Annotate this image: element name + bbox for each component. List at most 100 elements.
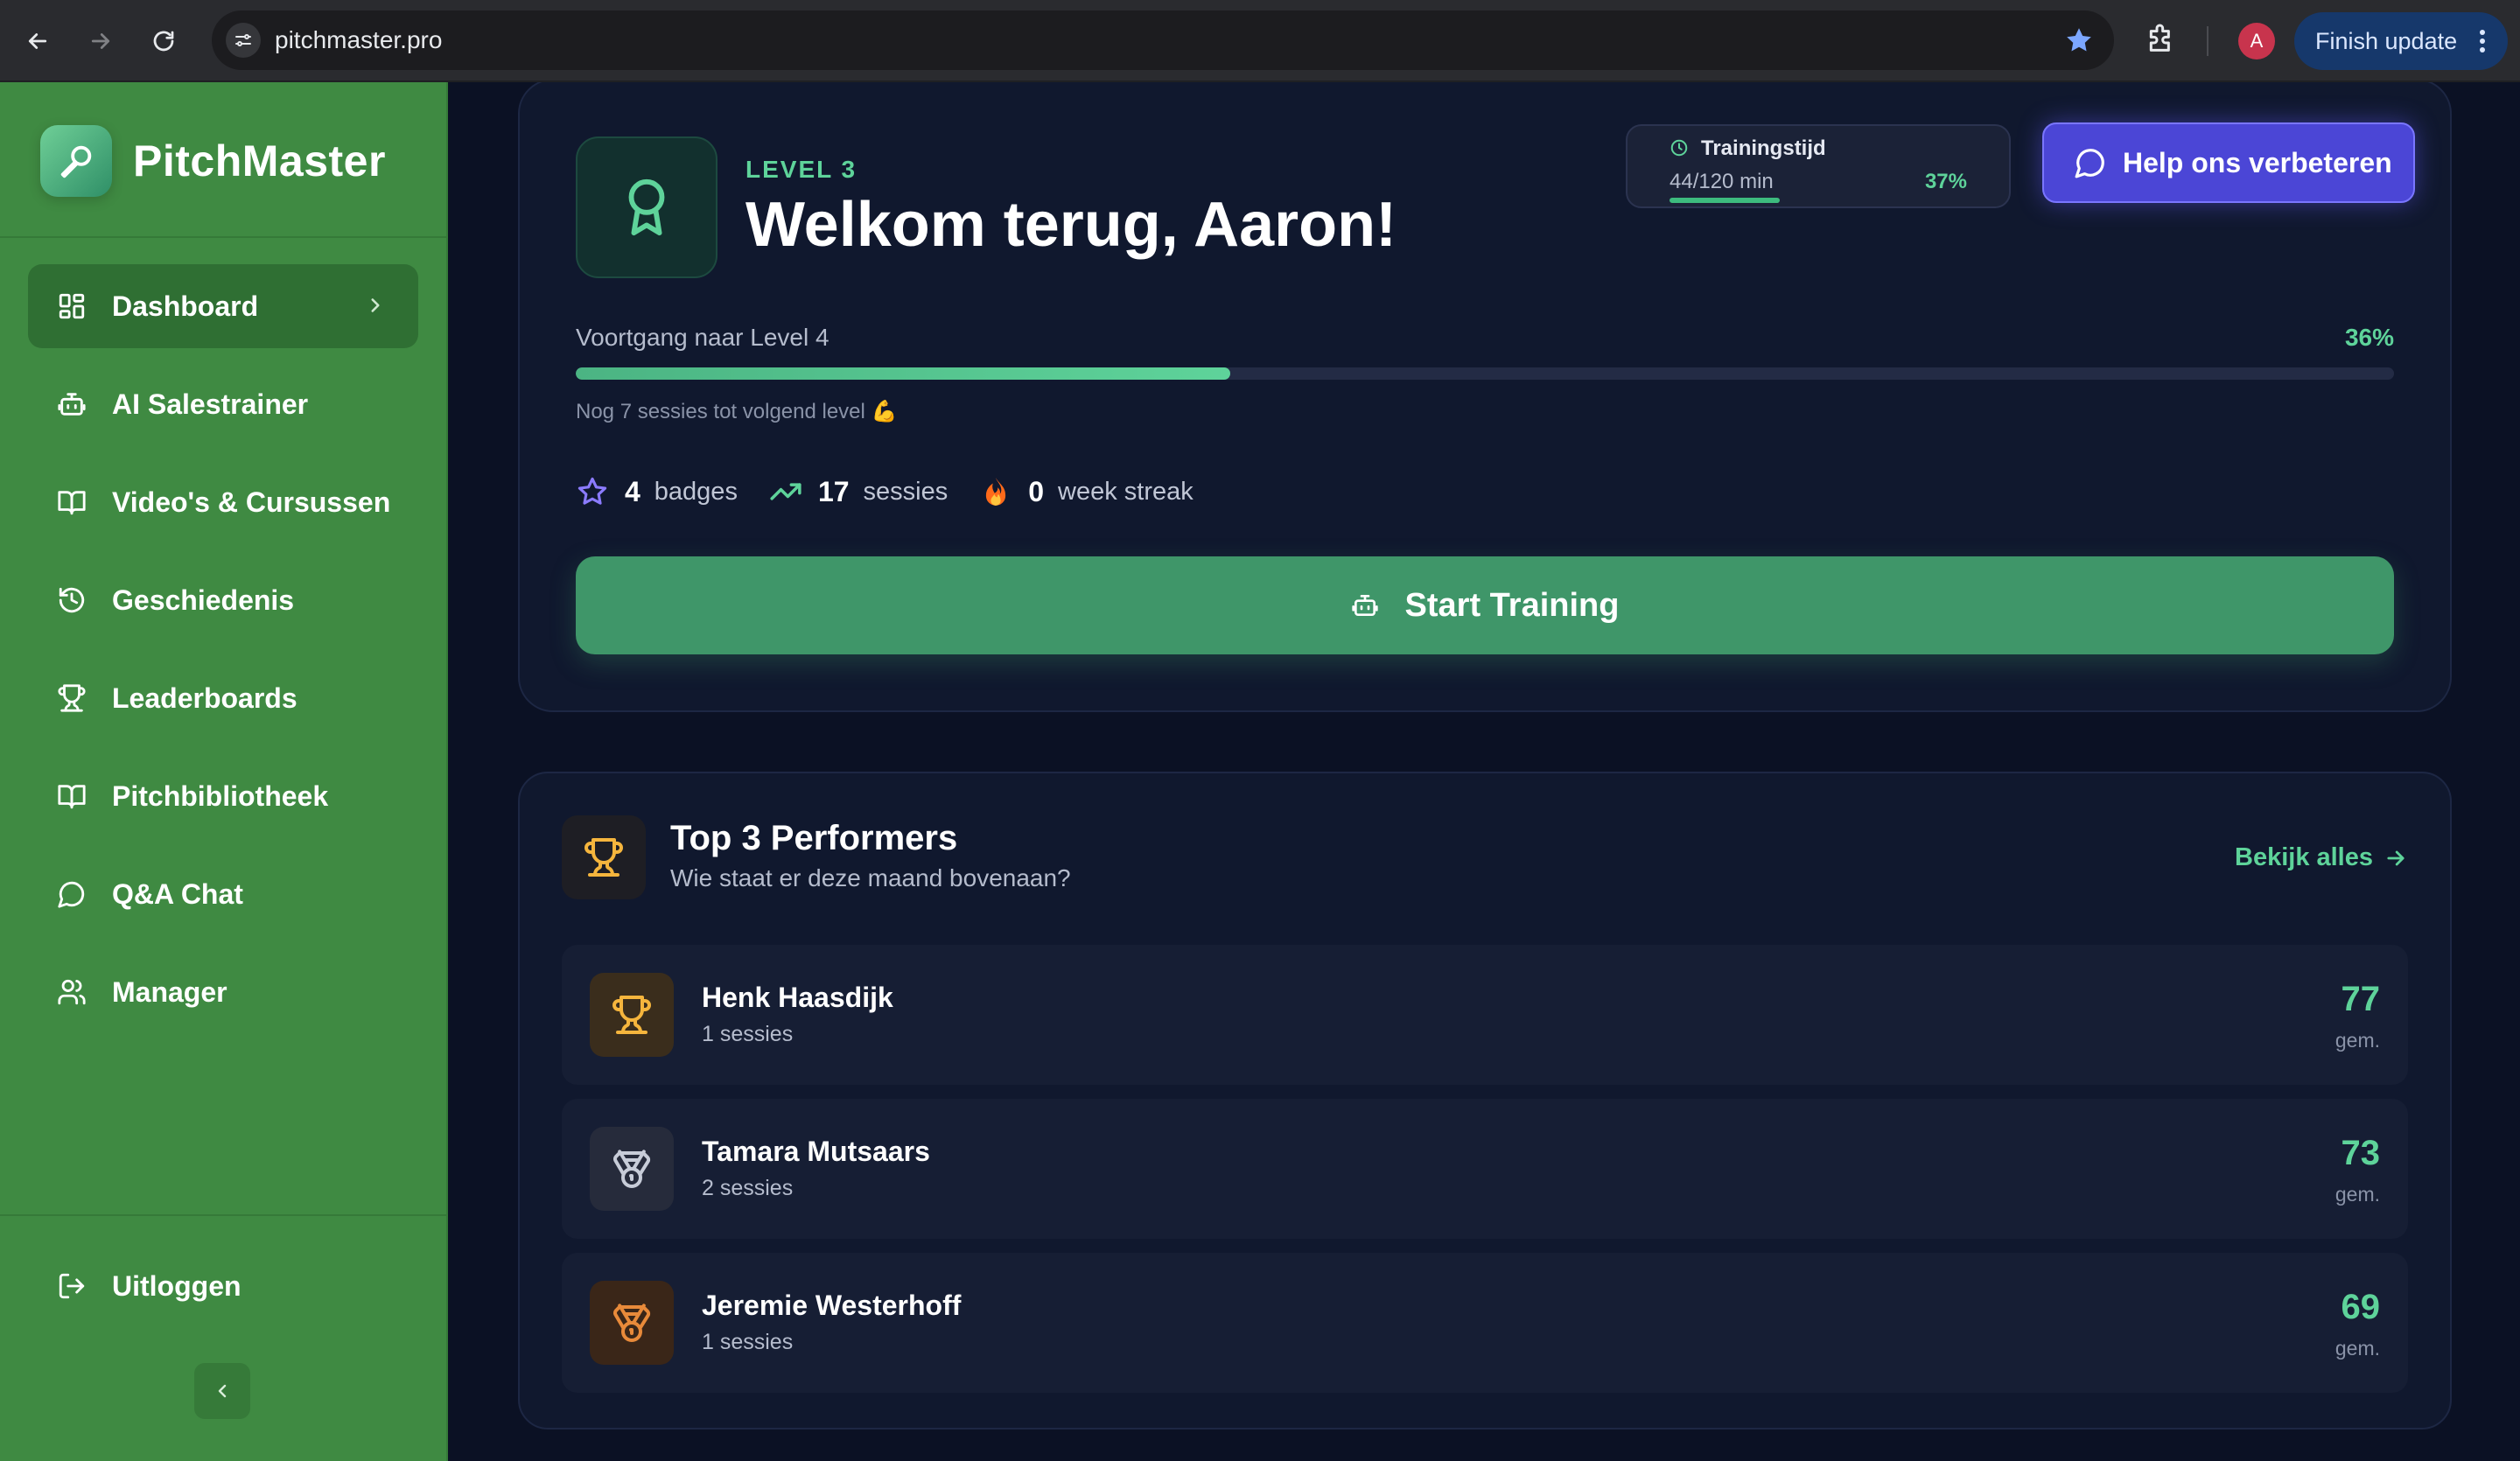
page-title: Welkom terug, Aaron! bbox=[746, 190, 1397, 260]
help-improve-button[interactable]: Help ons verbeteren bbox=[2042, 122, 2415, 203]
stat-week-streak: 0 week streak bbox=[979, 475, 1194, 508]
stat-label: badges bbox=[654, 477, 738, 506]
sidebar-item-ai-salestrainer[interactable]: AI Salestrainer bbox=[28, 362, 418, 446]
training-time-widget: Trainingstijd 44/120 min 37% bbox=[1626, 124, 2011, 208]
arrow-left-icon bbox=[28, 33, 47, 49]
stat-value: 4 bbox=[625, 475, 640, 507]
finish-update-label: Finish update bbox=[2315, 27, 2458, 54]
trophy-icon bbox=[56, 682, 88, 714]
main-content: LEVEL 3 Welkom terug, Aaron! Trainingsti… bbox=[448, 82, 2520, 1461]
history-icon bbox=[56, 584, 88, 616]
book-open-icon bbox=[56, 486, 88, 518]
trending-up-icon bbox=[770, 483, 802, 500]
performer-score-unit: gem. bbox=[2334, 1183, 2380, 1206]
performers-title: Top 3 Performers bbox=[670, 819, 958, 857]
level-progress-fill bbox=[576, 367, 1231, 380]
stat-badges: 4 badges bbox=[576, 475, 738, 508]
star-icon bbox=[578, 477, 607, 505]
rank-icon bbox=[590, 973, 674, 1057]
performer-score: 77 bbox=[2341, 980, 2381, 1018]
sidebar-item-pitchbibliotheek[interactable]: Pitchbibliotheek bbox=[28, 754, 418, 838]
chat-bubble-icon bbox=[2075, 149, 2104, 178]
stat-sessions: 17 sessies bbox=[769, 475, 948, 508]
toolbar-divider bbox=[2207, 26, 2208, 56]
sidebar-item-qa-chat[interactable]: Q&A Chat bbox=[28, 852, 418, 936]
performer-score-unit: gem. bbox=[2334, 1337, 2380, 1360]
profile-avatar[interactable]: A bbox=[2238, 23, 2275, 59]
sidebar-item-dashboard[interactable]: Dashboard bbox=[28, 264, 418, 348]
bot-icon bbox=[1351, 595, 1378, 616]
chevron-left-icon bbox=[218, 1384, 227, 1398]
bot-icon bbox=[56, 388, 88, 420]
forward-button[interactable] bbox=[84, 24, 117, 58]
arrow-right-icon bbox=[2387, 850, 2404, 865]
performer-row[interactable]: Henk Haasdijk 1 sessies 77 gem. bbox=[562, 945, 2408, 1085]
back-button[interactable] bbox=[21, 24, 54, 58]
training-time-bar bbox=[1670, 198, 1780, 203]
performer-row[interactable]: Tamara Mutsaars 2 sessies 73 gem. bbox=[562, 1099, 2408, 1239]
url-text: pitchmaster.pro bbox=[275, 26, 443, 53]
level-progress-percent: 36% bbox=[2344, 324, 2394, 351]
brand[interactable]: PitchMaster bbox=[40, 124, 386, 198]
view-all-link[interactable]: Bekijk alles bbox=[2235, 843, 2408, 872]
chevron-right-icon bbox=[371, 298, 380, 312]
logout-button[interactable]: Uitloggen bbox=[28, 1244, 418, 1328]
sidebar-item-manager[interactable]: Manager bbox=[28, 950, 418, 1034]
level-label: LEVEL 3 bbox=[746, 156, 858, 183]
performer-sessions: 1 sessies bbox=[702, 1330, 794, 1354]
logout-icon bbox=[56, 1270, 88, 1302]
sidebar-item-label: AI Salestrainer bbox=[112, 388, 309, 420]
performer-row[interactable]: Jeremie Westerhoff 1 sessies 69 gem. bbox=[562, 1253, 2408, 1393]
sidebar-item-videos-cursussen[interactable]: Video's & Cursussen bbox=[28, 460, 418, 544]
sidebar-item-label: Dashboard bbox=[112, 290, 259, 322]
address-bar[interactable]: pitchmaster.pro bbox=[212, 10, 2114, 70]
site-info-icon[interactable] bbox=[226, 23, 261, 58]
reload-icon bbox=[153, 31, 174, 52]
sidebar-item-label: Video's & Cursussen bbox=[112, 486, 391, 518]
sidebar: PitchMaster Dashboard AI Salestrainer Vi… bbox=[0, 82, 448, 1461]
performers-header-icon bbox=[562, 815, 646, 899]
sidebar-item-label: Manager bbox=[112, 975, 228, 1008]
logout-label: Uitloggen bbox=[112, 1269, 242, 1302]
stat-value: 17 bbox=[817, 475, 850, 507]
sidebar-divider bbox=[0, 1214, 446, 1216]
reload-button[interactable] bbox=[147, 24, 180, 58]
stat-value: 0 bbox=[1028, 475, 1045, 507]
chat-bubble-icon bbox=[56, 878, 88, 910]
award-icon bbox=[628, 178, 665, 236]
extensions-icon[interactable] bbox=[2144, 21, 2179, 56]
more-vertical-icon bbox=[2480, 30, 2485, 52]
sidebar-item-label: Leaderboards bbox=[112, 682, 298, 714]
training-time-value: 44/120 min bbox=[1670, 170, 1774, 193]
level-progress-bar bbox=[576, 367, 2394, 380]
performer-score: 69 bbox=[2341, 1288, 2381, 1326]
medal-icon bbox=[612, 1304, 651, 1342]
clock-icon bbox=[1670, 139, 1688, 157]
start-training-button[interactable]: Start Training bbox=[576, 556, 2394, 654]
performer-score: 73 bbox=[2341, 1134, 2381, 1172]
dashboard-icon bbox=[56, 290, 88, 322]
sidebar-item-label: Pitchbibliotheek bbox=[112, 779, 329, 812]
start-training-label: Start Training bbox=[1404, 586, 1620, 624]
training-time-percent: 37% bbox=[1924, 170, 1967, 193]
rank-icon bbox=[590, 1281, 674, 1365]
level-progress-subtext: Nog 7 sessies tot volgend level 💪 bbox=[576, 400, 898, 423]
finish-update-button[interactable]: Finish update bbox=[2294, 12, 2508, 70]
level-badge bbox=[576, 136, 718, 278]
performer-name: Tamara Mutsaars bbox=[702, 1136, 930, 1167]
collapse-sidebar-button[interactable] bbox=[194, 1363, 250, 1419]
trophy-icon bbox=[584, 838, 623, 877]
stat-label: sessies bbox=[863, 477, 948, 506]
bookmark-star-icon[interactable] bbox=[2063, 24, 2095, 56]
arrow-right-icon bbox=[91, 33, 110, 49]
stat-label: week streak bbox=[1058, 477, 1194, 506]
stats-row: 4 badges 17 sessies 0 week streak bbox=[576, 471, 1225, 513]
users-icon bbox=[56, 976, 88, 1008]
performer-name: Henk Haasdijk bbox=[702, 982, 893, 1013]
performer-sessions: 2 sessies bbox=[702, 1176, 794, 1200]
browser-toolbar: pitchmaster.pro A Finish update bbox=[0, 0, 2520, 82]
performers-subtitle: Wie staat er deze maand bovenaan? bbox=[670, 864, 1071, 891]
performer-sessions: 1 sessies bbox=[702, 1022, 794, 1046]
sidebar-item-leaderboards[interactable]: Leaderboards bbox=[28, 656, 418, 740]
sidebar-item-geschiedenis[interactable]: Geschiedenis bbox=[28, 558, 418, 642]
